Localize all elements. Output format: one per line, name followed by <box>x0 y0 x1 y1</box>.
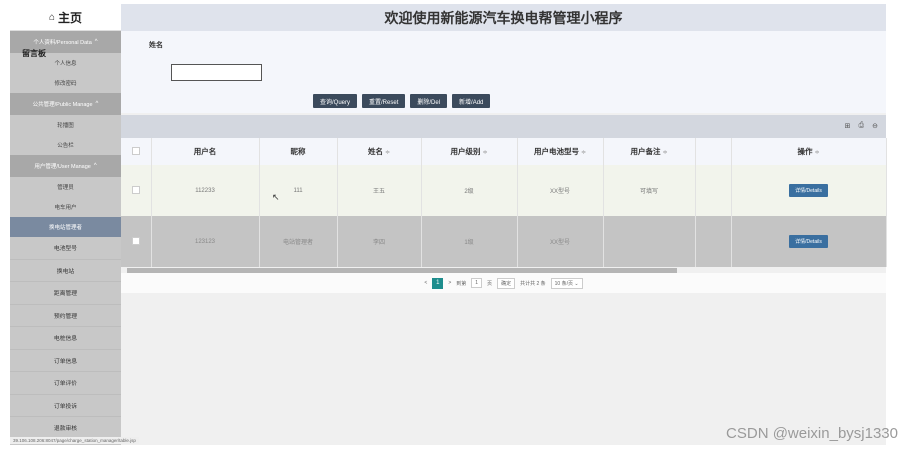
watermark: CSDN @weixin_bysj1330 <box>726 425 898 442</box>
home-icon: ⌂ <box>48 11 56 23</box>
col-nickname: 昵称 <box>259 138 338 165</box>
chevron-up-icon: ^ <box>93 163 97 169</box>
sidebar-item-orders[interactable]: 订单信息 <box>10 349 121 372</box>
scrollbar-thumb[interactable] <box>127 268 677 273</box>
print-icon[interactable]: ⎙ <box>859 122 865 130</box>
table-toolbar: ⊞ ⎙ ⊖ <box>121 115 886 138</box>
col-battery[interactable]: 用户电池型号 ≑ <box>517 138 604 165</box>
sidebar-item-notice[interactable]: 公告栏 <box>10 135 121 155</box>
details-button[interactable]: 详情/Details <box>789 184 828 197</box>
col-level[interactable]: 用户级别 ≑ <box>421 138 518 165</box>
sort-icon[interactable]: ≑ <box>482 150 487 156</box>
cell-remark <box>603 216 696 267</box>
col-extra <box>695 138 732 165</box>
row-checkbox[interactable] <box>131 185 140 194</box>
total-count: 共计共 2 条 <box>520 280 546 287</box>
sidebar-group-user[interactable]: 用户管理/User Manage ^ <box>10 155 121 177</box>
sidebar-group-label: 公共管理/Public Manage <box>32 102 93 108</box>
sidebar-item-distance[interactable]: 距离管理 <box>10 282 121 305</box>
sort-icon[interactable]: ≑ <box>581 150 586 156</box>
table-row[interactable]: 112233 111 王五 2级 XX型号 可填写 详情/Details <box>121 165 887 216</box>
reset-button[interactable]: 重置/Reset <box>362 94 406 108</box>
search-panel: 姓名 查询/Query 重置/Reset 删除/Del 新增/Add <box>121 31 886 113</box>
select-all-cell[interactable] <box>121 138 152 165</box>
sidebar-overlay-label: 留言板 <box>22 49 46 58</box>
cell-username: 112233 <box>151 165 260 216</box>
chevron-up-icon: ^ <box>94 39 98 45</box>
action-buttons: 查询/Query 重置/Reset 删除/Del 新增/Add <box>313 94 491 108</box>
sidebar-item-change-password[interactable]: 修改密码 <box>10 73 121 93</box>
page-unit-label: 页 <box>487 280 493 287</box>
add-button[interactable]: 新增/Add <box>452 94 491 108</box>
details-button[interactable]: 详情/Details <box>789 235 828 248</box>
col-name[interactable]: 姓名 ≑ <box>337 138 422 165</box>
sidebar-item-station[interactable]: 换电站 <box>10 259 121 282</box>
cell-level: 2级 <box>421 165 518 216</box>
table-tools: ⊞ ⎙ ⊖ <box>845 122 878 130</box>
table-header-row: 用户名 昵称 姓名 ≑ 用户级别 ≑ 用户电池型号 ≑ 用户备注 ≑ 操作 ≑ <box>121 138 887 165</box>
delete-button[interactable]: 删除/Del <box>410 94 448 108</box>
row-checkbox[interactable] <box>131 236 140 245</box>
cell-remark: 可填写 <box>603 165 696 216</box>
sort-icon[interactable]: ≑ <box>385 150 390 156</box>
cell-name: 王五 <box>337 165 422 216</box>
sidebar-home-label: 主页 <box>58 10 83 25</box>
table-container: ⊞ ⎙ ⊖ 用户名 昵称 姓名 ≑ 用户级别 ≑ 用户电池型号 ≑ 用户备注 ≑… <box>121 115 887 293</box>
cell-battery: XX型号 <box>517 165 604 216</box>
cell-nickname: 电站管理者 <box>259 216 338 267</box>
sidebar-home[interactable]: ⌂ 主页 <box>10 4 121 31</box>
col-action[interactable]: 操作 ≑ <box>731 138 887 165</box>
pagination: < 1 > 到第 1 页 确定 共计共 2 条 10 条/页 ⌄ <box>121 273 886 293</box>
prev-page-icon[interactable]: < <box>424 280 427 286</box>
cell-nickname: 111 <box>259 165 338 216</box>
name-input[interactable] <box>171 64 262 81</box>
next-page-icon[interactable]: > <box>448 280 451 286</box>
table-row[interactable]: 123123 电站管理者 李四 1级 XX型号 详情/Details <box>121 216 887 267</box>
sort-icon[interactable]: ≑ <box>814 150 819 156</box>
cell-extra <box>695 216 732 267</box>
export-icon[interactable]: ⊖ <box>872 122 878 130</box>
sidebar-item-station-manager[interactable]: 换电站管理者 <box>10 217 121 237</box>
sidebar-item-battery-model[interactable]: 电池型号 <box>10 237 121 260</box>
page-1-button[interactable]: 1 <box>432 277 444 289</box>
sidebar-group-label: 个人资料/Personal Data <box>33 40 92 46</box>
sidebar-item-pile-info[interactable]: 电桩信息 <box>10 327 121 350</box>
data-table: 用户名 昵称 姓名 ≑ 用户级别 ≑ 用户电池型号 ≑ 用户备注 ≑ 操作 ≑ 11223… <box>121 138 887 267</box>
sidebar-item-booking[interactable]: 预约管理 <box>10 304 121 327</box>
sidebar-item-carousel[interactable]: 轮播图 <box>10 115 121 135</box>
cell-username: 123123 <box>151 216 260 267</box>
col-username: 用户名 <box>151 138 260 165</box>
horizontal-scrollbar[interactable] <box>121 267 886 273</box>
app-window: ⌂ 主页 个人资料/Personal Data ^ 个人信息 修改密码 公共管理… <box>0 0 912 454</box>
sidebar-item-admin[interactable]: 管理员 <box>10 177 121 197</box>
sidebar-item-order-review[interactable]: 订单评价 <box>10 372 121 395</box>
select-all-checkbox[interactable] <box>131 146 140 155</box>
main-panel: 欢迎使用新能源汽车换电帮管理小程序 姓名 查询/Query 重置/Reset 删… <box>121 4 887 445</box>
columns-icon[interactable]: ⊞ <box>845 122 851 130</box>
sidebar: ⌂ 主页 个人资料/Personal Data ^ 个人信息 修改密码 公共管理… <box>10 4 121 445</box>
page-title: 欢迎使用新能源汽车换电帮管理小程序 <box>121 4 886 31</box>
goto-label: 到第 <box>456 280 467 287</box>
cell-extra <box>695 165 732 216</box>
cell-battery: XX型号 <box>517 216 604 267</box>
col-remark[interactable]: 用户备注 ≑ <box>603 138 696 165</box>
goto-page-input[interactable]: 1 <box>471 278 483 288</box>
cell-level: 1级 <box>421 216 518 267</box>
sidebar-item-ev-user[interactable]: 电车用户 <box>10 197 121 217</box>
mouse-cursor-icon: ↖ <box>272 192 280 202</box>
status-url: 39.106.108.206:8047/page/charge_station_… <box>10 437 139 444</box>
goto-confirm-button[interactable]: 确定 <box>497 277 516 289</box>
sidebar-item-complaints[interactable]: 订单投诉 <box>10 394 121 417</box>
name-label: 姓名 <box>149 42 163 49</box>
page-size-select[interactable]: 10 条/页 ⌄ <box>550 277 583 289</box>
chevron-up-icon: ^ <box>95 101 99 107</box>
sidebar-group-public[interactable]: 公共管理/Public Manage ^ <box>10 93 121 115</box>
cell-name: 李四 <box>337 216 422 267</box>
sidebar-group-label: 用户管理/User Manage <box>34 164 91 170</box>
sort-icon[interactable]: ≑ <box>662 150 667 156</box>
query-button[interactable]: 查询/Query <box>313 94 358 108</box>
